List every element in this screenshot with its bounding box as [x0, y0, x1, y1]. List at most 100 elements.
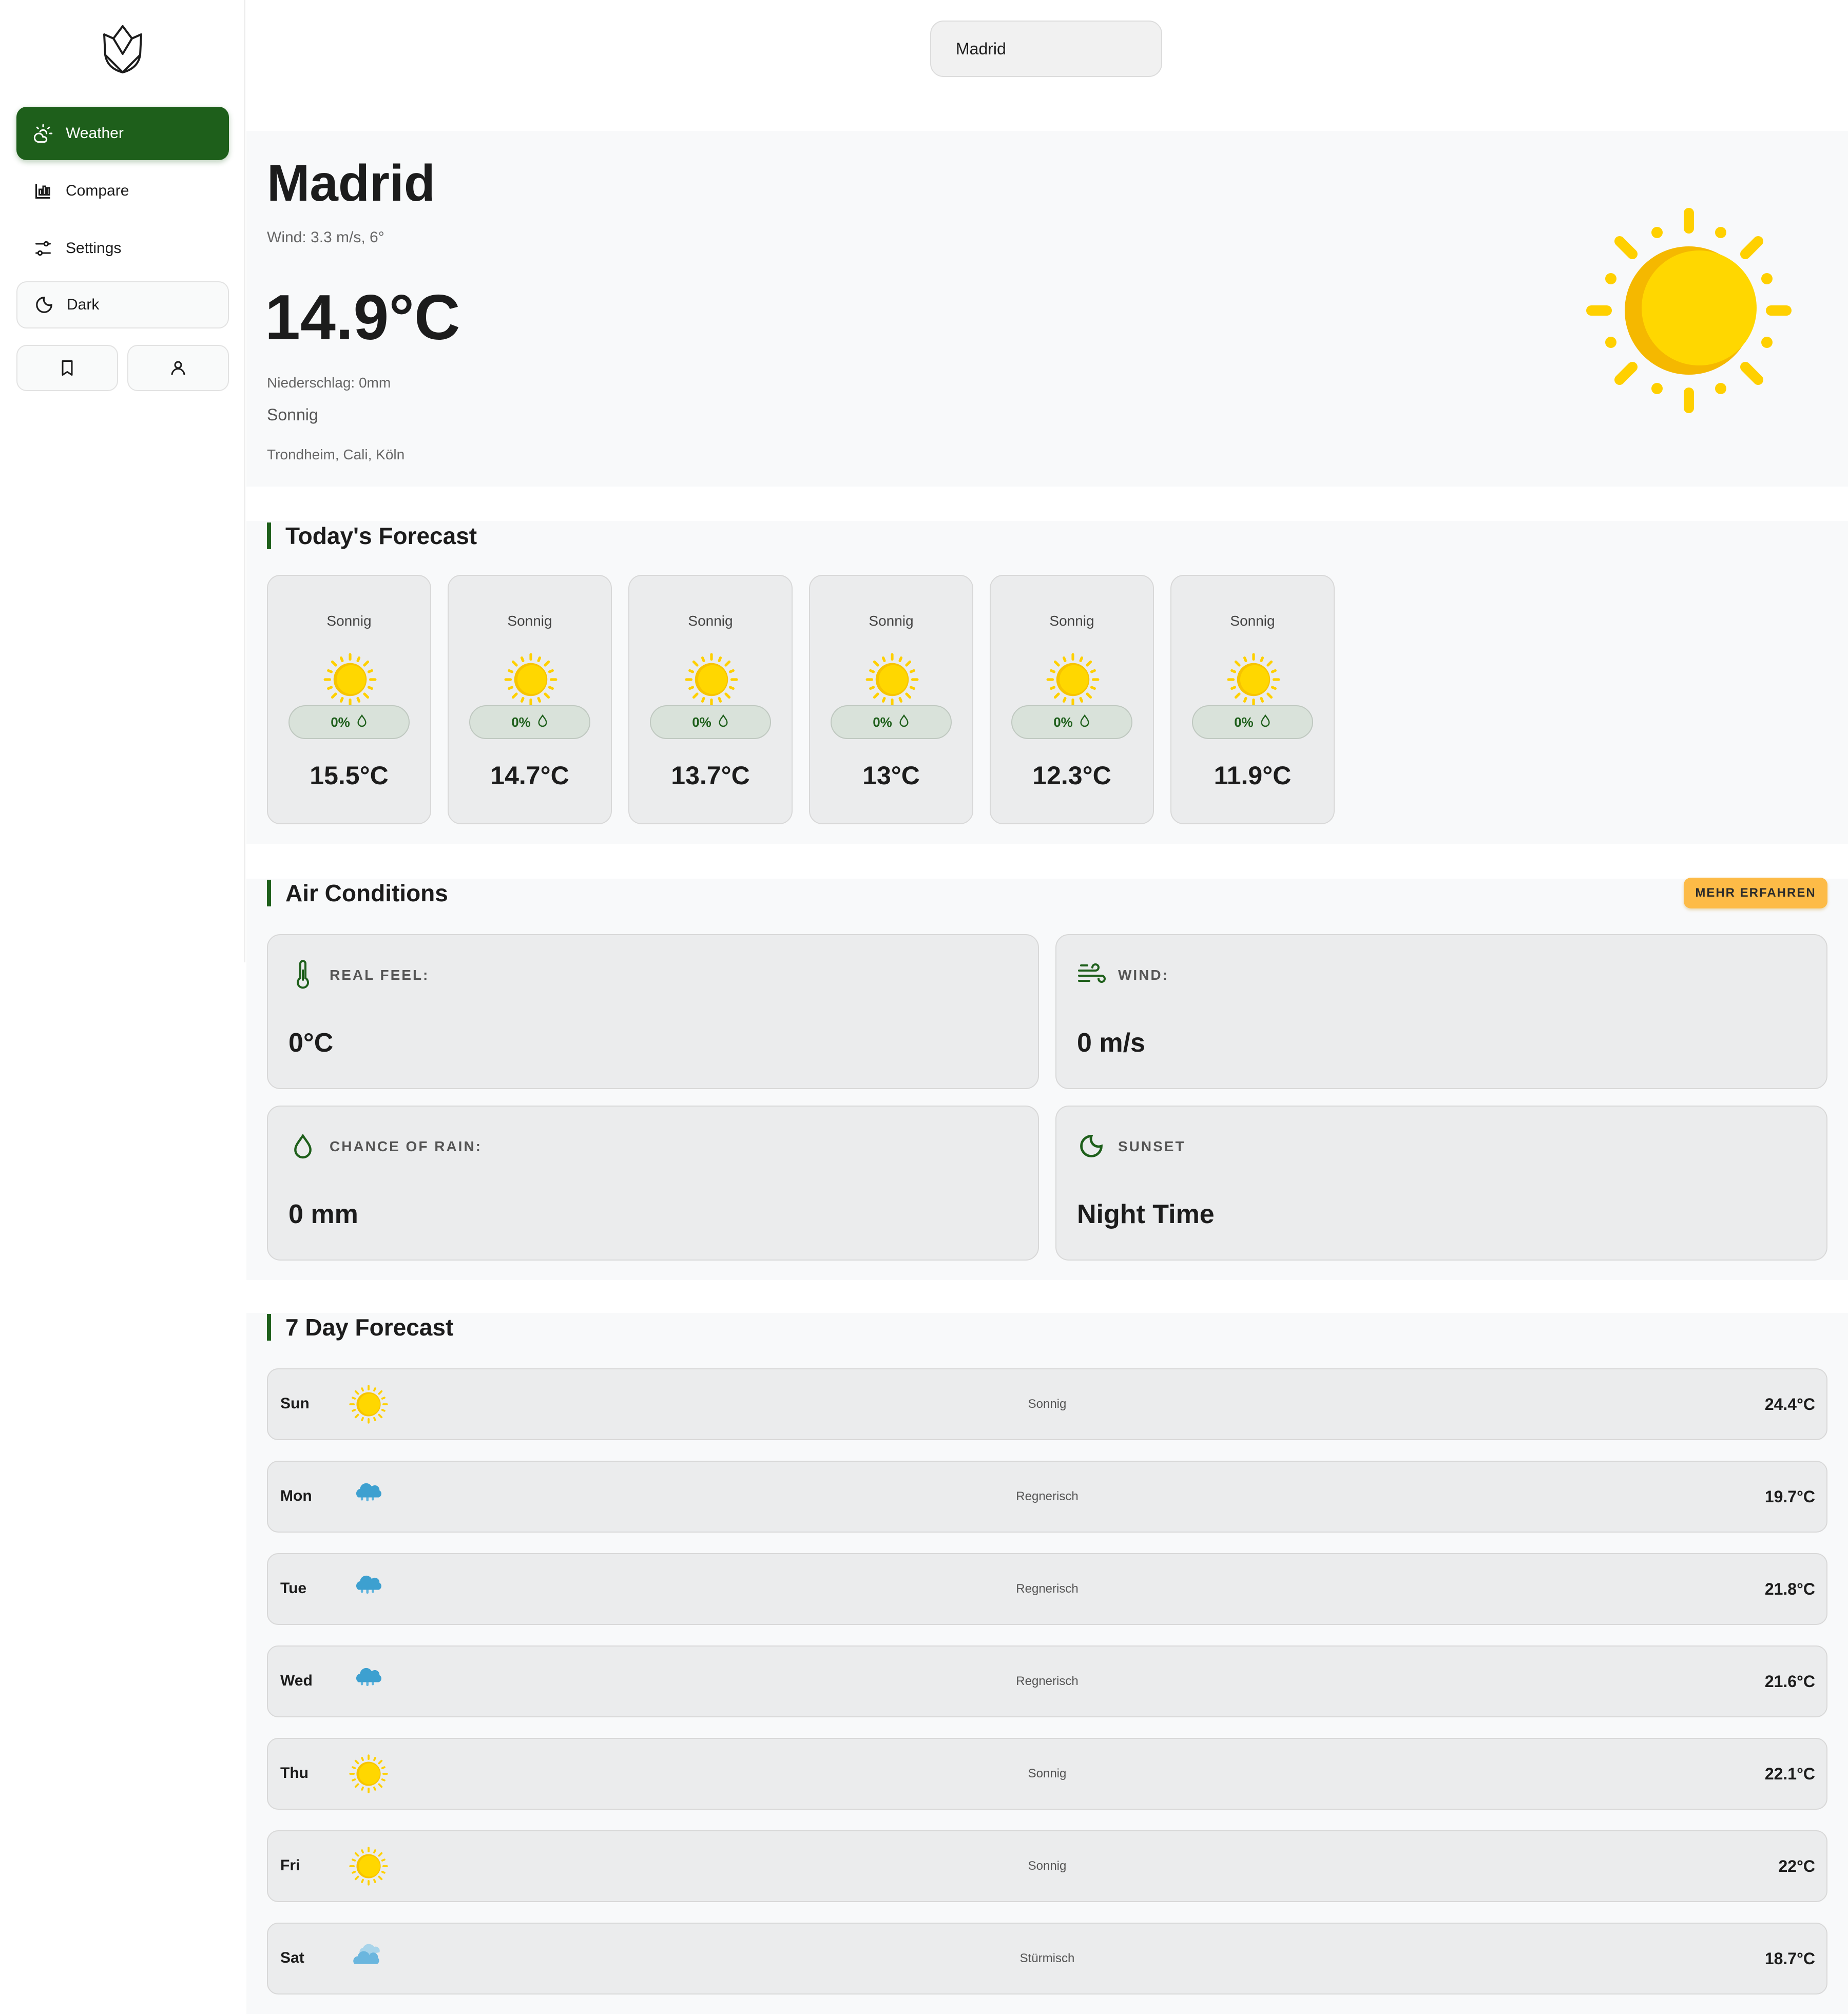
- rain-chance-badge: 0%: [469, 705, 590, 739]
- droplet-icon: [711, 714, 729, 731]
- day-temperature: 24.4°C: [1764, 1395, 1815, 1413]
- learn-more-button[interactable]: MEHR ERFAHREN: [1684, 878, 1827, 908]
- hourly-condition: Sonnig: [326, 613, 372, 629]
- card-label: REAL FEEL:: [330, 967, 430, 983]
- city-search-input[interactable]: [930, 21, 1162, 77]
- user-icon: [171, 361, 185, 375]
- rain-chance: 0%: [511, 714, 531, 730]
- hourly-forecast-card: Sonnig 0% 14.7°C: [448, 575, 612, 824]
- day-forecast-row: Mon Regnerisch 19.7°C: [267, 1461, 1827, 1533]
- hourly-temperature: 15.5°C: [310, 761, 389, 790]
- droplet-icon: [892, 714, 910, 731]
- rain-chance: 0%: [1053, 714, 1073, 730]
- droplet-icon: [531, 714, 548, 731]
- sun-icon: [1586, 208, 1792, 413]
- day-temperature: 19.7°C: [1764, 1487, 1815, 1506]
- day-temperature: 18.7°C: [1764, 1949, 1815, 1968]
- hourly-condition: Sonnig: [688, 613, 733, 629]
- day-temperature: 22°C: [1778, 1857, 1816, 1875]
- rain-chance-badge: 0%: [650, 705, 771, 739]
- rain-chance-badge: 0%: [288, 705, 410, 739]
- sun-icon: [504, 653, 557, 706]
- droplet-icon: [288, 1129, 317, 1163]
- card-label: SUNSET: [1118, 1138, 1186, 1154]
- hourly-condition: Sonnig: [1230, 613, 1275, 629]
- nav-settings[interactable]: Settings: [16, 222, 229, 275]
- rain-chance: 0%: [873, 714, 892, 730]
- real-feel-card: REAL FEEL: 0°C: [267, 934, 1039, 1089]
- day-condition: Regnerisch: [1016, 1674, 1079, 1688]
- hourly-condition: Sonnig: [507, 613, 552, 629]
- bookmark-icon: [62, 360, 73, 376]
- droplet-icon: [1073, 714, 1090, 731]
- rain-chance: 0%: [331, 714, 350, 730]
- chance-of-rain-card: CHANCE OF RAIN: 0 mm: [267, 1106, 1039, 1261]
- rain-chance: 0%: [692, 714, 711, 730]
- rain-chance-badge: 0%: [831, 705, 952, 739]
- sliders-icon: [32, 237, 54, 260]
- day-forecast-row: Tue Regnerisch 21.8°C: [267, 1553, 1827, 1625]
- nav-label: Compare: [66, 182, 129, 199]
- saved-cities: Trondheim, Cali, Köln: [267, 447, 405, 462]
- profile-button[interactable]: [127, 345, 229, 391]
- hourly-forecast-card: Sonnig 0% 13°C: [809, 575, 973, 824]
- card-value: 0 mm: [288, 1199, 358, 1229]
- hourly-forecast-card: Sonnig 0% 15.5°C: [267, 575, 431, 824]
- wind-icon: [1077, 958, 1106, 992]
- day-condition: Regnerisch: [1016, 1582, 1079, 1596]
- city-name: Madrid: [267, 154, 435, 212]
- day-temperature: 22.1°C: [1764, 1765, 1815, 1783]
- nav-weather[interactable]: Weather: [16, 107, 229, 160]
- card-label: CHANCE OF RAIN:: [330, 1138, 482, 1154]
- nav-compare[interactable]: Compare: [16, 164, 229, 218]
- sun-icon: [685, 653, 738, 706]
- hourly-temperature: 13°C: [862, 761, 920, 790]
- moon-icon: [33, 294, 55, 316]
- card-value: Night Time: [1077, 1199, 1215, 1229]
- moon-icon: [1077, 1129, 1106, 1163]
- card-value: 0°C: [288, 1028, 334, 1058]
- hourly-condition: Sonnig: [869, 613, 914, 629]
- wind-info: Wind: 3.3 m/s, 6°: [267, 229, 384, 246]
- section-title-week: 7 Day Forecast: [267, 1314, 453, 1341]
- hourly-condition: Sonnig: [1049, 613, 1094, 629]
- card-value: 0 m/s: [1077, 1028, 1145, 1058]
- logo-icon: [103, 25, 142, 73]
- theme-toggle-label: Dark: [67, 296, 100, 313]
- current-temperature: 14.9°C: [265, 282, 460, 353]
- sunset-card: SUNSET Night Time: [1055, 1106, 1827, 1261]
- hourly-forecast-card: Sonnig 0% 11.9°C: [1170, 575, 1335, 824]
- sun-icon: [865, 653, 919, 706]
- cloud-sun-icon: [32, 122, 54, 145]
- droplet-icon: [1254, 714, 1271, 731]
- day-temperature: 21.6°C: [1764, 1672, 1815, 1691]
- sun-icon: [1046, 653, 1100, 706]
- day-condition: Stürmisch: [1019, 1951, 1075, 1965]
- rain-chance-badge: 0%: [1011, 705, 1132, 739]
- bar-chart-icon: [32, 180, 54, 202]
- nav-label: Weather: [66, 125, 124, 142]
- hourly-temperature: 13.7°C: [671, 761, 750, 790]
- sun-icon: [1227, 653, 1280, 706]
- rain-chance-badge: 0%: [1192, 705, 1313, 739]
- day-temperature: 21.8°C: [1764, 1580, 1815, 1598]
- theme-toggle-button[interactable]: Dark: [16, 281, 229, 328]
- droplet-icon: [350, 714, 368, 731]
- hourly-forecast-card: Sonnig 0% 13.7°C: [628, 575, 793, 824]
- sidebar: Weather Compare Settings Dark: [0, 0, 245, 962]
- thermometer-icon: [288, 958, 317, 992]
- day-condition: Sonnig: [1028, 1859, 1067, 1873]
- card-label: WIND:: [1118, 967, 1169, 983]
- day-forecast-row: Wed Regnerisch 21.6°C: [267, 1645, 1827, 1717]
- wind-card: WIND: 0 m/s: [1055, 934, 1827, 1089]
- bookmark-button[interactable]: [16, 345, 118, 391]
- nav-label: Settings: [66, 240, 122, 257]
- day-forecast-row: Sat Stürmisch 18.7°C: [267, 1923, 1827, 1994]
- current-condition: Sonnig: [267, 405, 318, 424]
- rain-chance: 0%: [1234, 714, 1254, 730]
- day-forecast-row: Fri Sonnig 22°C: [267, 1830, 1827, 1902]
- hourly-temperature: 11.9°C: [1214, 761, 1292, 790]
- day-condition: Sonnig: [1028, 1767, 1067, 1780]
- hourly-temperature: 14.7°C: [490, 761, 569, 790]
- day-forecast-row: Thu Sonnig 22.1°C: [267, 1738, 1827, 1810]
